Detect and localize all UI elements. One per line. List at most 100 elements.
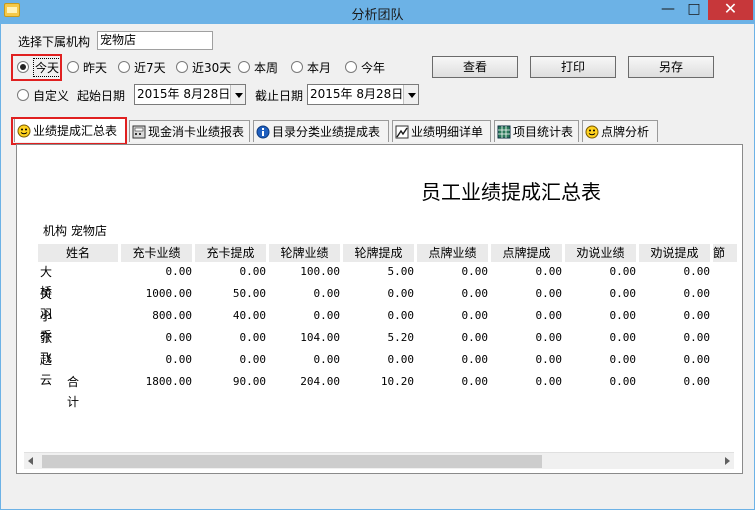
cell-value: 0.00 (535, 375, 563, 388)
radio-this-month[interactable]: 本月 (291, 59, 331, 75)
cell-value: 0.00 (239, 265, 267, 278)
cell-value: 0.00 (683, 287, 711, 300)
radio-custom-label: 自定义 (33, 88, 70, 103)
cell-value: 0.00 (461, 309, 489, 322)
column-header: 轮牌提成 (343, 244, 414, 262)
end-date-picker[interactable]: 2015年 8月28日 (307, 84, 419, 105)
org-label: 选择下属机构 (18, 35, 91, 49)
cell-value: 0.00 (609, 265, 637, 278)
info-icon (256, 125, 270, 139)
cell-value: 5.20 (387, 331, 415, 344)
radio-this-week[interactable]: 本周 (238, 59, 278, 75)
end-date-label: 截止日期 (255, 89, 304, 103)
cell-value: 0.00 (535, 309, 563, 322)
radio-custom[interactable]: 自定义 (17, 87, 69, 103)
column-header: 劝说提成 (639, 244, 710, 262)
cell-value: 0.00 (683, 309, 711, 322)
cell-value: 0.00 (387, 309, 415, 322)
horizontal-scrollbar[interactable] (24, 452, 734, 469)
radio-yesterday[interactable]: 昨天 (67, 59, 107, 75)
print-button[interactable]: 打印 (530, 56, 616, 78)
column-header: 轮牌业绩 (269, 244, 340, 262)
start-date-label: 起始日期 (77, 89, 126, 103)
column-header: 充卡业绩 (121, 244, 192, 262)
column-header: 点牌业绩 (417, 244, 488, 262)
cell-name: 合计 (67, 375, 80, 409)
cell-value: 0.00 (683, 265, 711, 278)
cell-value: 0.00 (535, 287, 563, 300)
tab-cash-card[interactable]: 现金消卡业绩报表 (129, 120, 250, 142)
radio-dot-icon (176, 61, 188, 73)
cell-value: 0.00 (609, 353, 637, 366)
report-org-line: 机构 宠物店 (43, 224, 107, 238)
cell-value: 0.00 (239, 331, 267, 344)
close-button[interactable]: ✕ (708, 0, 753, 20)
chevron-down-icon[interactable] (403, 85, 418, 104)
cell-value: 0.00 (609, 375, 637, 388)
cell-value: 0.00 (165, 265, 193, 278)
save-as-button[interactable]: 另存 (628, 56, 714, 78)
radio-last7-label: 近7天 (134, 60, 166, 75)
cell-value: 0.00 (387, 353, 415, 366)
scroll-thumb[interactable] (42, 455, 542, 468)
view-button[interactable]: 查看 (432, 56, 518, 78)
tab-point-analysis[interactable]: 点牌分析 (582, 120, 658, 142)
cell-value: 0.00 (461, 353, 489, 366)
cell-value: 0.00 (313, 287, 341, 300)
radio-last30[interactable]: 近30天 (176, 59, 231, 75)
scroll-left-icon[interactable] (28, 457, 33, 465)
scroll-right-icon[interactable] (725, 457, 730, 465)
cell-value: 0.00 (461, 265, 489, 278)
radio-dot-icon (345, 61, 357, 73)
radio-dot-icon (17, 89, 29, 101)
tab-label: 点牌分析 (601, 125, 650, 139)
cell-value: 90.00 (232, 375, 266, 388)
radio-this-month-label: 本月 (307, 60, 332, 75)
end-date-value: 2015年 8月28日 (310, 87, 404, 101)
cell-value: 0.00 (535, 265, 563, 278)
smiley-icon (585, 125, 599, 139)
cell-name: 赵云 (40, 353, 53, 387)
radio-this-year-label: 今年 (361, 60, 386, 75)
maximize-button[interactable]: □ (681, 0, 707, 20)
cell-value: 0.00 (461, 331, 489, 344)
tab-category-performance[interactable]: 目录分类业绩提成表 (253, 120, 389, 142)
tab-label: 现金消卡业绩报表 (148, 125, 245, 139)
radio-dot-icon (238, 61, 250, 73)
cell-value: 0.00 (683, 331, 711, 344)
chevron-down-icon[interactable] (230, 85, 245, 104)
org-input[interactable]: 宠物店 (97, 31, 213, 50)
cell-value: 0.00 (609, 287, 637, 300)
cell-value: 0.00 (461, 287, 489, 300)
cell-value: 800.00 (152, 309, 192, 322)
radio-dot-icon (291, 61, 303, 73)
highlight-today (11, 54, 62, 81)
radio-this-week-label: 本周 (254, 60, 279, 75)
cell-value: 10.20 (380, 375, 414, 388)
cell-value: 0.00 (683, 353, 711, 366)
cell-value: 0.00 (387, 287, 415, 300)
cell-value: 0.00 (609, 309, 637, 322)
tab-item-stats[interactable]: 项目统计表 (494, 120, 579, 142)
column-header: 節 (713, 244, 737, 262)
column-header: 充卡提成 (195, 244, 266, 262)
report-title: 员工业绩提成汇总表 (421, 180, 601, 204)
highlight-active-tab (11, 117, 127, 145)
cell-value: 104.00 (300, 331, 340, 344)
radio-dot-icon (67, 61, 79, 73)
cell-value: 0.00 (165, 331, 193, 344)
calculator-icon (132, 125, 146, 139)
title-bar: 分析团队 — □ ✕ (0, 0, 755, 24)
radio-last7[interactable]: 近7天 (118, 59, 166, 75)
tab-label: 业绩明细详单 (411, 125, 484, 139)
minimize-button[interactable]: — (655, 0, 681, 20)
cell-value: 1800.00 (145, 375, 192, 388)
chart-icon (395, 125, 409, 139)
window-title: 分析团队 (351, 8, 404, 23)
cell-value: 204.00 (300, 375, 340, 388)
tab-detail-list[interactable]: 业绩明细详单 (392, 120, 491, 142)
start-date-picker[interactable]: 2015年 8月28日 (134, 84, 246, 105)
cell-value: 0.00 (313, 353, 341, 366)
cell-value: 0.00 (461, 375, 489, 388)
radio-this-year[interactable]: 今年 (345, 59, 385, 75)
